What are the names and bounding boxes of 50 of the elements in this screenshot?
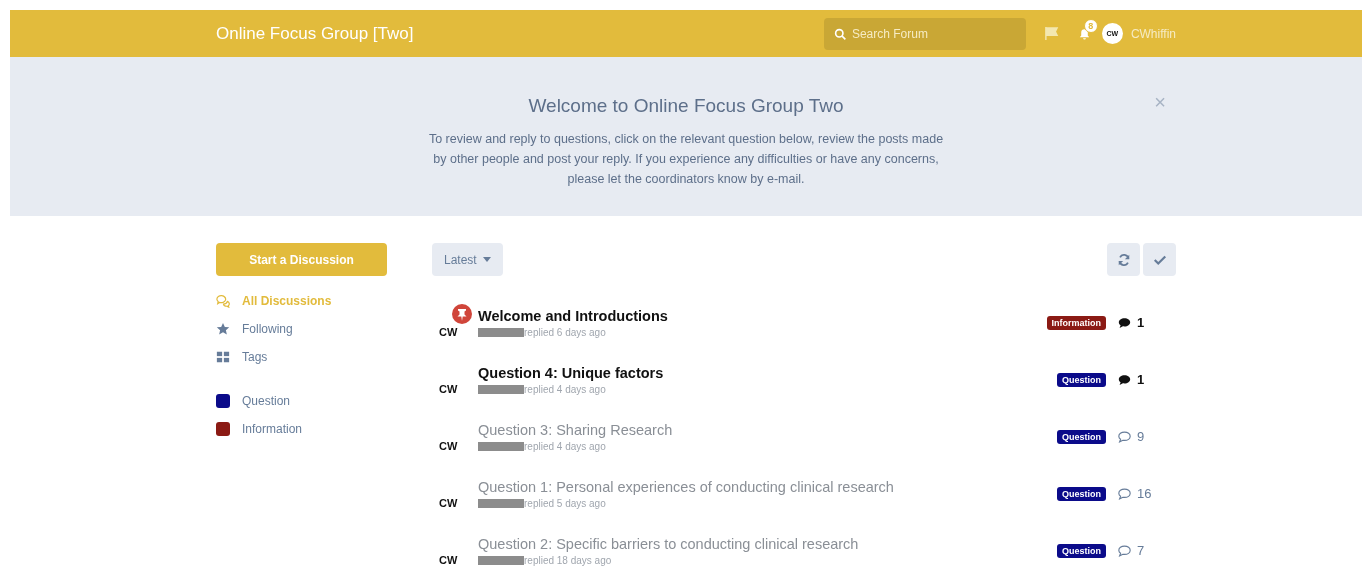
reply-time: replied 4 days ago [524, 440, 606, 452]
nav-item[interactable]: Following [216, 322, 387, 336]
redaction-bar [478, 441, 524, 451]
reply-count: 1 [1137, 372, 1145, 387]
comment-icon [1118, 373, 1131, 386]
author-initials[interactable]: CW [439, 382, 458, 395]
comment-icon [1118, 430, 1131, 443]
tag-label[interactable]: Question [1057, 543, 1106, 558]
discussion-title[interactable]: Question 4: Unique factors [478, 364, 1057, 381]
flag-icon[interactable] [1043, 26, 1059, 41]
comment-icon [1118, 487, 1131, 500]
author-initials[interactable]: CW [439, 553, 458, 566]
mark-read-button[interactable] [1143, 243, 1176, 276]
author-initials[interactable]: CW [439, 325, 458, 338]
redaction-bar [478, 555, 524, 565]
reply-time: replied 4 days ago [524, 383, 606, 395]
tag-link[interactable]: Question [216, 394, 387, 408]
redaction-bar [478, 384, 524, 394]
welcome-text: To review and reply to questions, click on the relevant question below, review the posts made by other people and post your reply. If you experience any difficulties or have any concerns, please let the coordinators know by e-mail. [427, 131, 945, 188]
search-field[interactable]: Search Forum [823, 17, 1026, 50]
tag-label[interactable]: Question [1057, 429, 1106, 444]
author-initials[interactable]: CW [439, 496, 458, 509]
reply-count: 7 [1137, 543, 1145, 558]
reply-count: 16 [1137, 486, 1152, 501]
welcome-title: Welcome to Online Focus Group Two [528, 95, 844, 117]
refresh-button[interactable] [1107, 243, 1140, 276]
redaction-bar [478, 498, 524, 508]
refresh-icon [1116, 252, 1131, 267]
chat-icon [216, 294, 230, 308]
reply-time: replied 18 days ago [524, 554, 612, 566]
search-icon [833, 27, 847, 41]
reply-time: replied 6 days ago [524, 326, 606, 338]
reply-count: 1 [1137, 315, 1145, 330]
tag-link[interactable]: Information [216, 422, 387, 436]
reply-time: replied 5 days ago [524, 497, 606, 509]
sort-dropdown[interactable]: Latest [432, 243, 503, 276]
notification-count: 8 [1083, 19, 1098, 33]
tag-label[interactable]: Question [1057, 486, 1106, 501]
tag-label[interactable]: Question [1057, 372, 1106, 387]
reply-count: 9 [1137, 429, 1145, 444]
discussion-title[interactable]: Welcome and Introductions [478, 307, 1047, 324]
nav-item[interactable]: Tags [216, 350, 387, 364]
grid-icon [216, 350, 230, 364]
star-icon [216, 322, 230, 336]
caret-icon [482, 257, 491, 262]
comment-icon [1118, 544, 1131, 557]
author-initials[interactable]: CW [439, 439, 458, 452]
tag-label[interactable]: Information [1046, 315, 1106, 330]
comment-icon [1118, 316, 1131, 329]
redaction-bar [478, 327, 524, 337]
